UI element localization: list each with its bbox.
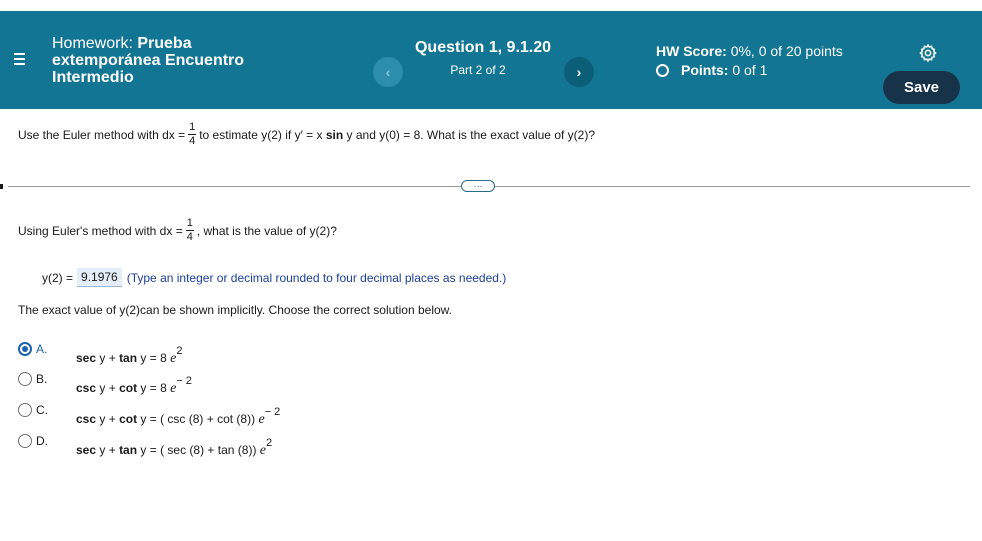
answer-hint: (Type an integer or decimal rounded to f… (126, 270, 507, 285)
formula-part: y + (99, 412, 116, 426)
euler-e: e (258, 412, 265, 427)
option-letter: C. (36, 403, 48, 417)
part2-text: , what is the value of y(2)? (196, 223, 337, 238)
option-c[interactable]: C. csc y + cot y = ( csc (8) + cot (8)) … (18, 403, 280, 428)
question-text-part: y and y(0) = 8. What is the exact value … (346, 127, 595, 142)
next-question-button[interactable]: › (564, 57, 594, 87)
formula-part: y = 8 (140, 351, 167, 365)
radio-button[interactable] (18, 403, 32, 417)
formula-part: csc (76, 381, 97, 395)
formula-part: y + (99, 351, 116, 365)
dx-fraction: 14 (188, 121, 197, 147)
part2-prompt: Using Euler's method with dx = 14 , what… (18, 218, 337, 243)
hw-score-value: 0%, 0 of 20 points (730, 43, 843, 59)
radio-button[interactable] (18, 342, 32, 356)
option-b[interactable]: B. csc y + cot y = 8 e− 2 (18, 372, 192, 397)
points: Points: 0 of 1 (656, 62, 767, 78)
question-text-part: Use the Euler method with dx = (18, 127, 186, 142)
option-letter: B. (36, 372, 48, 386)
hamburger-menu-icon[interactable] (14, 53, 26, 77)
points-status-icon (656, 63, 669, 77)
question-text: Use the Euler method with dx = 14 to est… (18, 122, 595, 147)
option-a[interactable]: A. sec y + tan y = 8 e2 (18, 342, 182, 367)
more-button[interactable]: ··· (461, 180, 495, 192)
option-formula: sec y + tan y = ( sec (8) + tan (8)) e2 (76, 434, 272, 459)
option-formula: sec y + tan y = 8 e2 (76, 342, 182, 367)
gear-icon[interactable] (918, 43, 938, 63)
instruction-text: The exact value of y(2)can be shown impl… (18, 303, 452, 317)
formula-part: cot (119, 381, 138, 395)
formula-part: tan (119, 443, 138, 457)
option-d[interactable]: D. sec y + tan y = ( sec (8) + tan (8)) … (18, 434, 272, 459)
points-value: 0 of 1 (732, 62, 768, 78)
sin-function: sin (325, 127, 344, 142)
formula-part: csc (76, 412, 97, 426)
option-formula: csc y + cot y = 8 e− 2 (76, 372, 192, 397)
question-text-part: to estimate y(2) if y′ = x (199, 127, 323, 142)
dx-fraction: 14 (185, 217, 194, 243)
part2-text: Using Euler's method with dx = (18, 223, 183, 238)
formula-part: y = ( sec (8) + tan (8)) (140, 443, 257, 457)
fraction-numerator: 1 (188, 121, 197, 135)
formula-part: tan (119, 351, 138, 365)
question-part: Part 2 of 2 (450, 63, 506, 77)
formula-part: cot (119, 412, 138, 426)
exponent: − 2 (176, 375, 192, 387)
fraction-denominator: 4 (189, 135, 196, 147)
option-letter: A. (36, 342, 48, 356)
option-letter: D. (36, 434, 48, 448)
hw-score-label: HW Score: (656, 43, 727, 59)
answer-label: y(2) = (42, 270, 74, 285)
chevron-right-icon: › (576, 64, 582, 80)
radio-button[interactable] (18, 372, 32, 386)
homework-name-line1: Prueba (137, 35, 192, 52)
exponent: 2 (176, 345, 183, 357)
formula-part: sec (76, 443, 97, 457)
answer-row: y(2) = 9.1976 (Type an integer or decima… (42, 268, 506, 287)
radio-button[interactable] (18, 434, 32, 448)
exponent: − 2 (264, 406, 281, 418)
formula-part: sec (76, 351, 97, 365)
previous-question-button[interactable]: ‹ (373, 57, 403, 87)
homework-name-line3: Intermedio (52, 69, 134, 86)
chevron-left-icon: ‹ (385, 64, 391, 80)
homework-name-line2: extemporánea Encuentro (52, 52, 245, 69)
question-title: Question 1, 9.1.20 (414, 39, 552, 56)
top-header: Homework: Prueba extemporánea Encuentro … (0, 11, 982, 109)
homework-prefix: Homework: (52, 35, 138, 52)
formula-part: y = ( csc (8) + cot (8)) (140, 412, 256, 426)
divider-mark (0, 184, 3, 189)
formula-part: y = 8 (140, 381, 167, 395)
points-label: Points: (681, 62, 729, 78)
answer-field[interactable]: 9.1976 (77, 268, 122, 287)
option-formula: csc y + cot y = ( csc (8) + cot (8)) e− … (76, 403, 280, 428)
homework-title: Homework: Prueba extemporánea Encuentro … (52, 35, 312, 86)
formula-part: y + (99, 443, 116, 457)
formula-part: y + (99, 381, 116, 395)
save-button[interactable]: Save (883, 71, 960, 104)
fraction-numerator: 1 (185, 217, 194, 231)
exponent: 2 (266, 437, 273, 449)
hw-score: HW Score: 0%, 0 of 20 points (656, 43, 843, 59)
fraction-denominator: 4 (186, 231, 193, 243)
